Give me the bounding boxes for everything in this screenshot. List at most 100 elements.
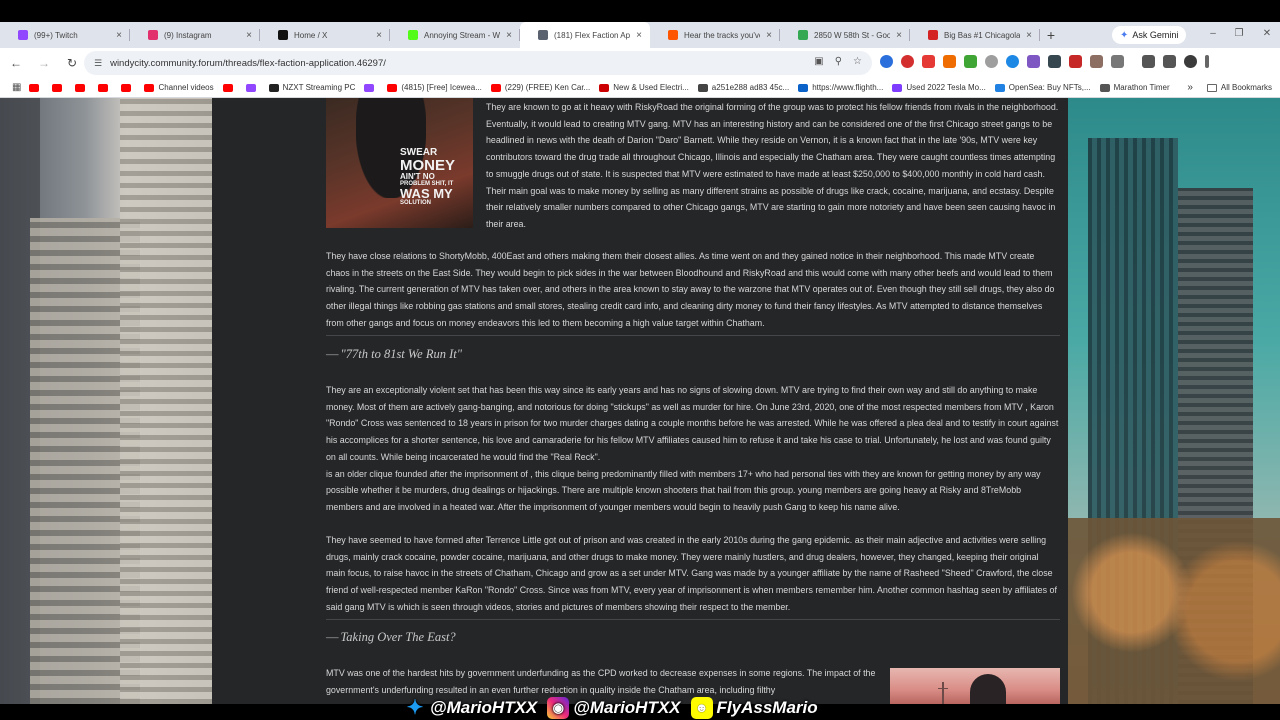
install-app-icon[interactable]: ▣ xyxy=(814,56,823,67)
bookmark-label[interactable]: Marathon Timer xyxy=(1114,83,1170,92)
bookmark-star-icon[interactable]: ☆ xyxy=(853,56,862,67)
zoom-icon[interactable]: ⚲ xyxy=(835,56,842,67)
extension-icon[interactable] xyxy=(1048,55,1061,68)
snapchat-ghost-icon: ☻ xyxy=(690,696,713,719)
tab-title[interactable]: Big Bas #1 Chicagolan xyxy=(944,31,1020,40)
ask-gemini-button[interactable]: ✦ Ask Gemini xyxy=(1112,26,1187,44)
extension-icon[interactable] xyxy=(1090,55,1103,68)
bookmark-item[interactable]: Channel videos xyxy=(144,83,214,92)
extension-icon[interactable] xyxy=(1027,55,1040,68)
bookmark-label[interactable]: OpenSea: Buy NFTs,... xyxy=(1009,83,1091,92)
browser-tab[interactable]: Home / X × xyxy=(260,22,390,48)
tab-title[interactable]: Annoying Stream - Wat xyxy=(424,31,500,40)
bookmark-item[interactable]: New & Used Electri... xyxy=(599,83,689,92)
bookmark-label[interactable]: New & Used Electri... xyxy=(613,83,689,92)
bookmark-favicon-icon xyxy=(798,83,809,92)
bookmark-label[interactable]: a251e288 ad83 45c... xyxy=(712,83,789,92)
instagram-icon: ◉ xyxy=(547,696,570,719)
browser-tab[interactable]: 2850 W 58th St - Goog × xyxy=(780,22,910,48)
bookmark-label[interactable]: (4815) [Free] Icewea... xyxy=(401,83,481,92)
tab-close-icon[interactable]: × xyxy=(634,30,644,41)
bookmark-favicon-icon xyxy=(994,83,1005,92)
bookmark-item[interactable]: OpenSea: Buy NFTs,... xyxy=(994,83,1091,92)
new-tab-button[interactable]: + xyxy=(1040,27,1062,43)
bookmark-item[interactable]: a251e288 ad83 45c... xyxy=(697,83,789,92)
tab-title[interactable]: (99+) Twitch xyxy=(34,31,110,40)
bookmark-item[interactable] xyxy=(245,83,260,92)
tab-title[interactable]: (9) Instagram xyxy=(164,31,240,40)
extension-icon[interactable] xyxy=(964,55,977,68)
gemini-sparkle-icon: ✦ xyxy=(1120,29,1129,41)
bookmark-item[interactable]: NZXT Streaming PC xyxy=(268,83,356,92)
bookmark-item[interactable]: Used 2022 Tesla Mo... xyxy=(892,83,986,92)
forum-post: SWEAR MONEY AIN'T NO PROBLEM SHIT, IT WA… xyxy=(212,98,1068,704)
restore-icon[interactable]: ❐ xyxy=(1232,28,1246,39)
tab-close-icon[interactable]: × xyxy=(894,30,904,41)
bookmark-label[interactable]: https://www.flighth... xyxy=(812,83,883,92)
bookmark-item[interactable]: Marathon Timer xyxy=(1099,83,1170,92)
ask-gemini-label[interactable]: Ask Gemini xyxy=(1132,30,1178,40)
all-bookmarks-label[interactable]: All Bookmarks xyxy=(1221,83,1272,92)
tab-favicon-icon xyxy=(18,30,28,40)
bookmark-item[interactable] xyxy=(222,83,237,92)
bookmark-label[interactable]: NZXT Streaming PC xyxy=(283,83,356,92)
forward-button[interactable]: → xyxy=(32,51,56,75)
back-button[interactable]: ← xyxy=(4,51,28,75)
extension-icon[interactable] xyxy=(943,55,956,68)
bookmark-favicon-icon xyxy=(121,83,132,92)
media-icon[interactable] xyxy=(1142,55,1155,68)
bookmark-item[interactable] xyxy=(52,83,66,92)
chevron-right-icon[interactable]: » xyxy=(1187,82,1193,93)
bookmark-item[interactable] xyxy=(121,83,135,92)
close-window-icon[interactable]: ✕ xyxy=(1260,28,1274,39)
extension-icon[interactable] xyxy=(880,55,893,68)
address-url[interactable]: windycity.community.forum/threads/flex-f… xyxy=(110,58,386,69)
reload-button[interactable]: ↻ xyxy=(60,51,84,75)
bookmark-item[interactable] xyxy=(364,83,378,92)
bookmark-item[interactable]: (229) (FREE) Ken Car... xyxy=(490,83,590,92)
all-bookmarks[interactable]: » All Bookmarks xyxy=(1187,82,1272,93)
avatar[interactable] xyxy=(1184,55,1197,68)
bookmark-favicon-icon xyxy=(75,83,86,92)
menu-icon[interactable] xyxy=(1205,55,1209,68)
tab-title[interactable]: Home / X xyxy=(294,31,370,40)
browser-tab[interactable]: (9) Instagram × xyxy=(130,22,260,48)
downloads-icon[interactable] xyxy=(1163,55,1176,68)
extension-icon[interactable] xyxy=(922,55,935,68)
bookmark-item[interactable]: (4815) [Free] Icewea... xyxy=(387,83,482,92)
bookmark-label[interactable]: Channel videos xyxy=(158,83,213,92)
tab-close-icon[interactable]: × xyxy=(764,30,774,41)
bookmark-item[interactable]: https://www.flighth... xyxy=(798,83,883,92)
extension-icon[interactable] xyxy=(901,55,914,68)
bookmark-label[interactable]: (229) (FREE) Ken Car... xyxy=(505,83,590,92)
bookmark-label[interactable]: Used 2022 Tesla Mo... xyxy=(906,83,985,92)
extension-icon[interactable] xyxy=(1006,55,1019,68)
browser-tab[interactable]: Annoying Stream - Wat × xyxy=(390,22,520,48)
image-caption: SWEAR MONEY AIN'T NO PROBLEM SHIT, IT WA… xyxy=(400,147,456,207)
extension-icons xyxy=(880,55,1209,68)
divider xyxy=(326,335,1060,336)
tab-title[interactable]: 2850 W 58th St - Goog xyxy=(814,31,890,40)
bookmark-item[interactable] xyxy=(75,83,89,92)
extension-icon[interactable] xyxy=(985,55,998,68)
extension-icon[interactable] xyxy=(1069,55,1082,68)
puzzle-icon[interactable] xyxy=(1111,55,1124,68)
browser-tab[interactable]: Big Bas #1 Chicagolan × xyxy=(910,22,1040,48)
site-info-icon[interactable]: ☰ xyxy=(94,58,102,69)
bookmark-favicon-icon xyxy=(222,83,233,92)
browser-tab[interactable]: (99+) Twitch × xyxy=(0,22,130,48)
bookmark-item[interactable] xyxy=(29,83,43,92)
browser-tab[interactable]: (181) Flex Faction Appl × xyxy=(520,22,650,48)
tab-close-icon[interactable]: × xyxy=(1024,30,1034,41)
address-bar[interactable]: ☰ windycity.community.forum/threads/flex… xyxy=(84,51,872,75)
tab-close-icon[interactable]: × xyxy=(504,30,514,41)
tab-close-icon[interactable]: × xyxy=(244,30,254,41)
apps-grid-icon[interactable]: ▦ xyxy=(12,82,21,93)
browser-tab[interactable]: Hear the tracks you've × xyxy=(650,22,780,48)
tab-close-icon[interactable]: × xyxy=(374,30,384,41)
tab-title[interactable]: Hear the tracks you've xyxy=(684,31,760,40)
bookmark-item[interactable] xyxy=(98,83,112,92)
tab-close-icon[interactable]: × xyxy=(114,30,124,41)
tab-title[interactable]: (181) Flex Faction Appl xyxy=(554,31,630,40)
minimize-icon[interactable]: – xyxy=(1206,28,1220,39)
